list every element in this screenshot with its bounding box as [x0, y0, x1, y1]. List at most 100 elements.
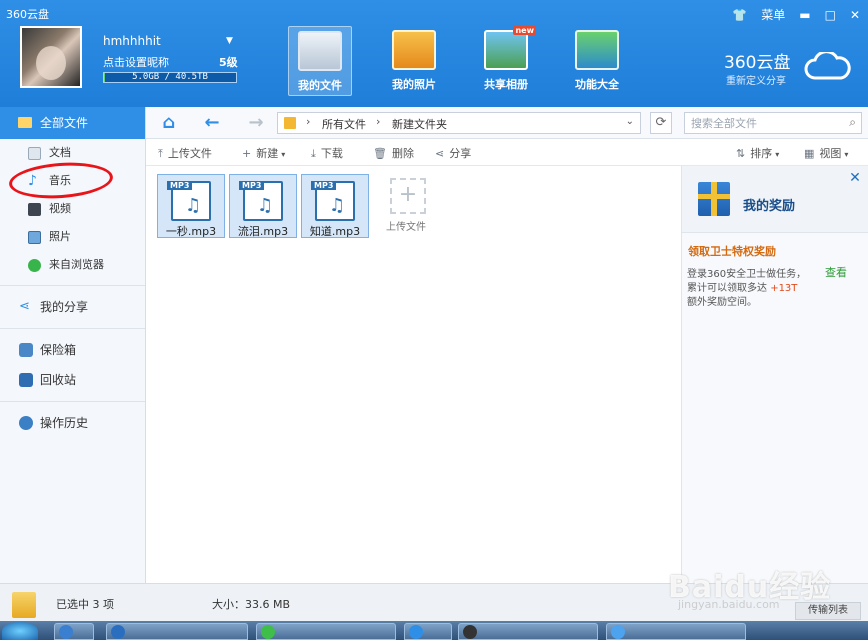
breadcrumb-item[interactable]: 新建文件夹 [392, 116, 447, 132]
reward-desc-line: 累计可以领取多达 +13T [687, 282, 817, 296]
tab-all-features[interactable]: 功能大全 [565, 26, 629, 96]
username[interactable]: hmhhhhit [103, 34, 161, 48]
download-icon: ⤓ [311, 147, 316, 160]
tab-label: 功能大全 [575, 78, 619, 91]
divider [0, 285, 145, 286]
reward-panel: 我的奖励 ✕ 领取卫士特权奖励 登录360安全卫士做任务， 累计可以领取多达 +… [681, 166, 868, 583]
view-label: 视图 [819, 147, 842, 160]
divider [0, 401, 145, 402]
breadcrumb-item[interactable]: 所有文件 [322, 116, 366, 132]
folder-icon [284, 117, 296, 129]
delete-label: 删除 [391, 147, 414, 160]
sidebar-item-label: 全部文件 [40, 116, 89, 130]
minimize-button[interactable]: ▬ [799, 8, 810, 22]
tab-shared-album[interactable]: new 共享相册 [474, 26, 538, 96]
file-name: 一秒.mp3 [165, 225, 217, 238]
cloud-drive-icon [298, 31, 342, 71]
selection-count: 已选中 3 项 [56, 598, 114, 611]
sidebar-item-all-files[interactable]: 全部文件 [0, 107, 145, 139]
upload-button[interactable]: ⤒ 上传文件 [158, 145, 212, 161]
share-button[interactable]: ⋖ 分享 [435, 145, 471, 161]
view-link[interactable]: 查看 [825, 264, 847, 280]
new-label: 新建 [256, 147, 279, 160]
upload-label: 上传文件 [167, 147, 212, 160]
taskbar-item[interactable] [404, 623, 452, 640]
sidebar-item-my-share[interactable]: ⋖ 我的分享 [0, 292, 145, 322]
avatar[interactable] [20, 26, 82, 88]
app-icon [59, 625, 73, 639]
trash-icon: 🗑 [373, 147, 387, 160]
tab-my-photos[interactable]: 我的照片 [382, 26, 446, 96]
taskbar-item[interactable] [256, 623, 396, 640]
upload-icon: ⤒ [158, 147, 163, 160]
upload-tile[interactable]: + 上传文件 [384, 178, 432, 233]
menu-button[interactable]: 菜单 [761, 6, 785, 23]
sidebar-item-label: 我的分享 [40, 300, 89, 314]
back-arrow-icon[interactable]: ← [201, 113, 223, 133]
file-item[interactable]: MP3 ♫ 一秒.mp3 [157, 174, 225, 238]
search-icon[interactable]: ⌕ [849, 115, 856, 130]
close-icon[interactable]: ✕ [847, 170, 863, 186]
taskbar-item[interactable] [606, 623, 746, 640]
home-icon[interactable]: ⌂ [158, 113, 180, 133]
sidebar-item-video[interactable]: 视频 [0, 195, 145, 223]
file-item[interactable]: MP3 ♫ 流泪.mp3 [229, 174, 297, 238]
sidebar-item-label: 文档 [49, 146, 71, 159]
music-note-icon: ♫ [329, 195, 346, 216]
taskbar [0, 621, 868, 640]
app-header: 360云盘 👕 菜单 ▬ □ ✕ hmhhhhit ▼ 点击设置昵称 5级 5.… [0, 0, 868, 107]
tab-label: 我的文件 [298, 79, 342, 92]
refresh-button[interactable]: ⟳ [650, 112, 672, 134]
download-button[interactable]: ⤓ 下载 [311, 145, 343, 161]
chevron-down-icon[interactable]: ▼ [226, 36, 233, 46]
cloud-logo-icon [804, 52, 851, 80]
recycle-bin-icon [19, 373, 33, 387]
reward-link[interactable]: 领取卫士特权奖励 [688, 243, 776, 259]
taskbar-item[interactable] [54, 623, 94, 640]
chevron-down-icon: ▾ [281, 150, 286, 159]
photo-album-icon [392, 30, 436, 70]
breadcrumb[interactable]: › 所有文件 › 新建文件夹 ⌄ [277, 112, 641, 134]
browser-icon [28, 259, 41, 272]
file-type-tag: MP3 [311, 181, 337, 190]
set-nickname-link[interactable]: 点击设置昵称 [103, 54, 169, 70]
address-bar: ⌂ ← → › 所有文件 › 新建文件夹 ⌄ ⟳ ⌕ [146, 107, 868, 139]
folder-icon [18, 117, 32, 128]
music-note-icon: ♫ [257, 195, 274, 216]
quota-text: 5.0GB / 40.5TB [132, 72, 208, 82]
reward-description: 登录360安全卫士做任务， 累计可以领取多达 +13T 额外奖励空间。 [687, 268, 817, 310]
sort-button[interactable]: ⇅ 排序 ▾ [736, 145, 779, 161]
video-icon [28, 203, 41, 216]
taskbar-item[interactable] [458, 623, 598, 640]
search-box: ⌕ [684, 112, 862, 134]
share-icon: ⋖ [435, 147, 445, 160]
forward-arrow-icon[interactable]: → [245, 113, 267, 133]
start-button[interactable] [2, 622, 38, 640]
photo-icon [28, 231, 41, 244]
sort-label: 排序 [750, 147, 773, 160]
share-icon: ⋖ [19, 299, 30, 314]
sidebar-item-label: 视频 [49, 202, 71, 215]
tab-my-files[interactable]: 我的文件 [288, 26, 352, 96]
chevron-down-icon[interactable]: ⌄ [626, 116, 634, 127]
sidebar-item-history[interactable]: 操作历史 [0, 408, 145, 438]
sidebar-item-safe-box[interactable]: 保险箱 [0, 335, 145, 365]
history-icon [19, 416, 33, 430]
reward-header: 我的奖励 ✕ [682, 166, 868, 233]
search-input[interactable] [685, 113, 835, 133]
file-item[interactable]: MP3 ♫ 知道.mp3 [301, 174, 369, 238]
taskbar-item[interactable] [106, 623, 248, 640]
close-button[interactable]: ✕ [850, 8, 860, 22]
sidebar-item-browser[interactable]: 来自浏览器 [0, 251, 145, 279]
brand-slogan: 重新定义分享 [726, 76, 786, 87]
sidebar-item-photos[interactable]: 照片 [0, 223, 145, 251]
app-icon [409, 625, 423, 639]
skin-icon[interactable]: 👕 [732, 8, 747, 22]
share-label: 分享 [449, 147, 472, 160]
new-button[interactable]: + 新建 ▾ [242, 145, 285, 161]
chevron-down-icon: ▾ [844, 150, 849, 159]
view-button[interactable]: ▦ 视图 ▾ [804, 145, 848, 161]
delete-button[interactable]: 🗑 删除 [373, 145, 414, 161]
maximize-button[interactable]: □ [825, 8, 836, 22]
sidebar-item-recycle-bin[interactable]: 回收站 [0, 365, 145, 395]
